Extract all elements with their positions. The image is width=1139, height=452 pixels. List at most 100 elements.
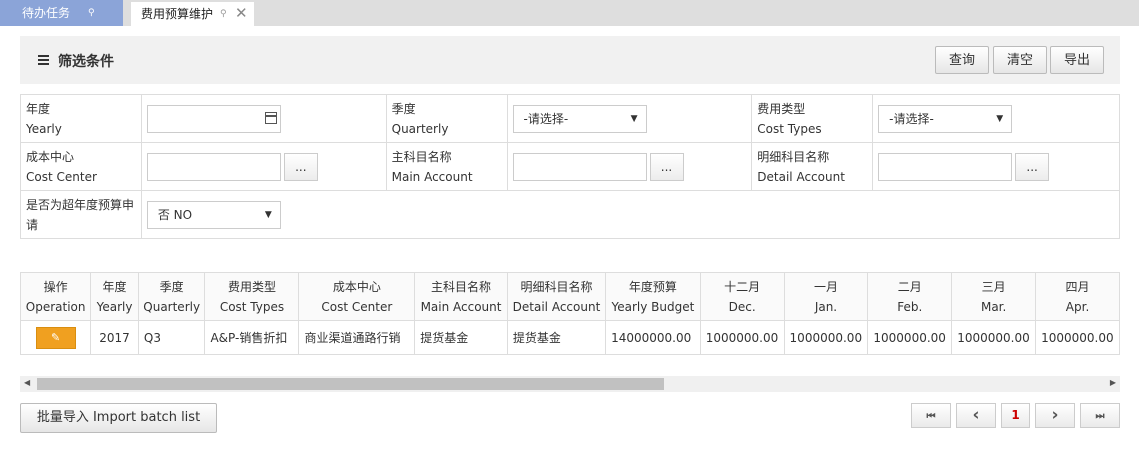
label-en: Detail Account <box>757 169 845 184</box>
col-yearly-budget[interactable]: 年度预算 Yearly Budget <box>605 272 701 321</box>
col-cn: 二月 <box>897 279 922 294</box>
quarterly-label: 季度 Quarterly <box>385 94 508 143</box>
col-dec[interactable]: 十二月 Dec. <box>699 272 785 321</box>
import-batch-button[interactable]: 批量导入 Import batch list <box>20 403 217 433</box>
caret-down-icon: ▼ <box>996 113 1004 124</box>
scroll-right-icon[interactable]: ▶ <box>1110 378 1116 387</box>
col-cn: 年度预算 <box>628 279 677 294</box>
col-detail-account[interactable]: 明细科目名称 Detail Account <box>506 272 607 321</box>
operation-cell: ✎ <box>20 320 92 355</box>
tab-label: 费用预算维护 <box>141 7 214 21</box>
label-en: Main Account <box>391 169 473 184</box>
col-cn: 费用类型 <box>227 279 276 294</box>
col-cn: 操作 <box>43 279 68 294</box>
col-cn: 主科目名称 <box>431 279 492 294</box>
col-cn: 一月 <box>813 279 838 294</box>
cost-types-label: 费用类型 Cost Types <box>751 94 874 143</box>
next-page-button[interactable]: › <box>1035 403 1075 428</box>
col-cn: 明细科目名称 <box>520 279 593 294</box>
cost-center-label: 成本中心 Cost Center <box>20 142 142 191</box>
first-page-button[interactable]: ⏮ <box>911 403 951 428</box>
cost-types-select[interactable]: -请选择- ▼ <box>878 104 1013 133</box>
scroll-left-icon[interactable]: ◀ <box>24 378 30 387</box>
col-en: Detail Account <box>512 299 601 314</box>
detail-account-lookup-button[interactable]: ... <box>1015 152 1050 181</box>
label-cn: 费用类型 <box>757 101 806 116</box>
col-en: Main Account <box>420 299 502 314</box>
cost-center-lookup-button[interactable]: ... <box>283 152 318 181</box>
current-page[interactable]: 1 <box>1001 403 1030 428</box>
data-grid: 操作 Operation 年度 Yearly 季度 Quarterly 费用类型 Cos… <box>20 272 1120 358</box>
query-button[interactable]: 查询 <box>935 46 989 74</box>
yearly-input[interactable] <box>146 104 281 133</box>
col-cn: 十二月 <box>724 279 761 294</box>
col-cost-types[interactable]: 费用类型 Cost Types <box>204 272 300 321</box>
table-row[interactable]: ✎ 2017 Q3 A&P-销售折扣 商业渠道通路行销 提货基金 提货基金 14… <box>20 320 1120 355</box>
caret-down-icon: ▼ <box>630 113 638 124</box>
col-cn: 四月 <box>1065 279 1090 294</box>
main-account-label: 主科目名称 Main Account <box>385 142 508 191</box>
chevron-left-icon: ‹ <box>972 405 980 425</box>
cell-yearly-budget: 14000000.00 <box>605 320 701 355</box>
select-value: -请选择- <box>523 111 569 126</box>
col-jan[interactable]: 一月 Jan. <box>783 272 869 321</box>
last-page-icon: ⏭ <box>1095 411 1105 422</box>
cell-quarterly: Q3 <box>137 320 206 355</box>
first-page-icon: ⏮ <box>926 411 936 422</box>
edit-icon[interactable]: ✎ <box>35 326 76 349</box>
tab-budget-maintenance[interactable]: 费用预算维护 ⚲ ✕ <box>131 2 254 26</box>
col-en: Feb. <box>897 299 923 314</box>
export-button[interactable]: 导出 <box>1050 46 1104 74</box>
col-cost-center[interactable]: 成本中心 Cost Center <box>298 272 416 321</box>
cell-jan: 1000000.00 <box>783 320 869 355</box>
cost-center-input[interactable] <box>146 152 281 181</box>
close-icon[interactable]: ✕ <box>235 1 248 25</box>
col-yearly[interactable]: 年度 Yearly <box>90 272 139 321</box>
prev-page-button[interactable]: ‹ <box>956 403 996 428</box>
cell-main-account: 提货基金 <box>414 320 508 355</box>
main-account-input[interactable] <box>512 152 647 181</box>
pin-icon[interactable]: ⚲ <box>88 0 95 26</box>
cell-mar: 1000000.00 <box>951 320 1037 355</box>
label-cn: 明细科目名称 <box>757 149 830 164</box>
list-icon <box>38 55 49 65</box>
chevron-right-icon: › <box>1051 405 1059 425</box>
main-account-lookup-button[interactable]: ... <box>649 152 684 181</box>
col-cn: 成本中心 <box>332 279 381 294</box>
col-cn: 三月 <box>981 279 1006 294</box>
tab-label: 待办任务 <box>22 6 71 20</box>
col-main-account[interactable]: 主科目名称 Main Account <box>414 272 508 321</box>
over-budget-label: 是否为超年度预算申请 <box>20 190 142 239</box>
over-budget-select[interactable]: 否 NO ▼ <box>146 200 281 229</box>
calendar-icon[interactable] <box>264 111 277 124</box>
cell-apr: 1000000.00 <box>1035 320 1120 355</box>
cell-cost-types: A&P-销售折扣 <box>204 320 300 355</box>
clear-button[interactable]: 清空 <box>993 46 1047 74</box>
last-page-button[interactable]: ⏭ <box>1080 403 1120 428</box>
col-en: Quarterly <box>143 299 201 314</box>
label-cn: 是否为超年度预算申请 <box>26 197 135 232</box>
label-cn: 年度 <box>26 101 51 116</box>
tab-pending-tasks[interactable]: 待办任务 ⚲ <box>0 0 123 26</box>
detail-account-label: 明细科目名称 Detail Account <box>751 142 874 191</box>
horizontal-scrollbar[interactable]: ◀ ▶ <box>20 376 1120 392</box>
col-cn: 季度 <box>159 279 184 294</box>
quarterly-select[interactable]: -请选择- ▼ <box>512 104 647 133</box>
col-quarterly[interactable]: 季度 Quarterly <box>137 272 206 321</box>
caret-down-icon: ▼ <box>264 209 272 220</box>
col-en: Yearly <box>96 299 133 314</box>
cell-feb: 1000000.00 <box>867 320 953 355</box>
col-apr[interactable]: 四月 Apr. <box>1035 272 1120 321</box>
detail-account-input[interactable] <box>878 152 1013 181</box>
pin-icon[interactable]: ⚲ <box>220 2 227 26</box>
label-en: Cost Center <box>26 169 97 184</box>
cell-detail-account: 提货基金 <box>506 320 607 355</box>
col-cn: 年度 <box>102 279 127 294</box>
col-feb[interactable]: 二月 Feb. <box>867 272 953 321</box>
label-cn: 主科目名称 <box>391 149 452 164</box>
label-en: Yearly <box>26 121 62 136</box>
yearly-label: 年度 Yearly <box>20 94 142 143</box>
scrollbar-thumb[interactable] <box>37 378 664 390</box>
cell-dec: 1000000.00 <box>699 320 785 355</box>
col-mar[interactable]: 三月 Mar. <box>951 272 1037 321</box>
